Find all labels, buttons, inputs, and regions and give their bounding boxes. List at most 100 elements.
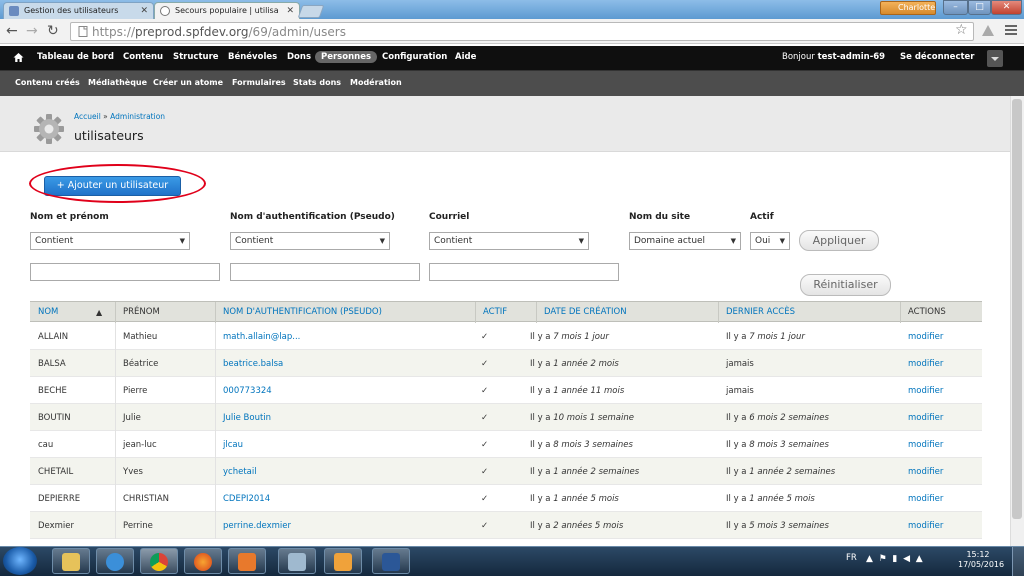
taskbar-word[interactable]	[372, 548, 410, 574]
site-select[interactable]: Domaine actuel ▼	[629, 232, 741, 250]
column-dernier-acces[interactable]: DERNIER ACCÈS	[726, 307, 795, 317]
cell-acces: Il y a 5 mois 3 semaines	[726, 521, 829, 531]
admin-menu-aide[interactable]: Aide	[455, 52, 476, 62]
taskbar-outlook[interactable]	[324, 548, 362, 574]
shortcut-mediatheque[interactable]: Médiathèque	[88, 78, 147, 87]
taskbar-ie[interactable]	[96, 548, 134, 574]
cell-prenom: Béatrice	[123, 359, 159, 369]
cell-pseudo-link[interactable]: Julie Boutin	[223, 413, 271, 423]
admin-menu-configuration[interactable]: Configuration	[382, 52, 447, 62]
shortcut-moderation[interactable]: Modération	[350, 78, 402, 87]
address-bar[interactable]: https://preprod.spfdev.org/69/admin/user…	[70, 22, 974, 41]
active-check-icon: ✓	[481, 386, 489, 396]
cell-pseudo-link[interactable]: beatrice.balsa	[223, 359, 283, 369]
browser-user-badge[interactable]: Charlotte	[880, 1, 936, 15]
edit-link[interactable]: modifier	[908, 359, 943, 369]
name-operator-select[interactable]: Contient ▼	[30, 232, 190, 250]
start-button[interactable]	[3, 547, 37, 575]
home-icon[interactable]	[13, 52, 24, 63]
taskbar-firefox[interactable]	[184, 548, 222, 574]
sort-ascending-icon[interactable]: ▲	[96, 308, 102, 317]
taskbar-snipping[interactable]	[278, 548, 316, 574]
close-tab-icon[interactable]: ✕	[140, 3, 148, 19]
close-window-button[interactable]: ✕	[991, 0, 1022, 15]
cell-pseudo-link[interactable]: math.allain@lap...	[223, 332, 300, 342]
bookmark-star-icon[interactable]: ☆	[955, 22, 968, 38]
admin-menu-contenu[interactable]: Contenu	[123, 52, 163, 62]
taskbar-media[interactable]	[228, 548, 266, 574]
breadcrumb-administration[interactable]: Administration	[110, 112, 165, 121]
mail-operator-select[interactable]: Contient ▼	[429, 232, 589, 250]
back-arrow-icon[interactable]: ←	[6, 23, 18, 39]
tab-secours-populaire[interactable]: Secours populaire | utilisa ✕	[154, 2, 300, 19]
snipping-tool-icon	[288, 553, 306, 571]
taskbar-explorer[interactable]	[52, 548, 90, 574]
chrome-icon	[150, 553, 168, 571]
language-indicator[interactable]: FR	[846, 553, 857, 563]
cell-pseudo-link[interactable]: CDEPI2014	[223, 494, 270, 504]
edit-link[interactable]: modifier	[908, 521, 943, 531]
column-actif[interactable]: ACTIF	[483, 307, 507, 317]
firefox-icon	[194, 553, 212, 571]
shortcut-creer-un-atome[interactable]: Créer un atome	[153, 78, 223, 87]
mail-search-input[interactable]	[429, 263, 619, 281]
toolbar-drawer-toggle[interactable]	[987, 50, 1003, 67]
new-tab-button[interactable]	[297, 5, 325, 18]
column-date-creation[interactable]: DATE DE CRÉATION	[544, 307, 627, 317]
admin-menu-dons[interactable]: Dons	[287, 52, 311, 62]
edit-link[interactable]: modifier	[908, 332, 943, 342]
cell-pseudo-link[interactable]: 000773324	[223, 386, 272, 396]
cell-pseudo-link[interactable]: ychetail	[223, 467, 257, 477]
filter-mail-label: Courriel	[429, 212, 470, 222]
taskbar-chrome[interactable]	[140, 548, 178, 574]
shortcut-formulaires[interactable]: Formulaires	[232, 78, 286, 87]
column-nom[interactable]: NOM	[38, 307, 58, 317]
filter-active-label: Actif	[750, 212, 774, 222]
page-header	[0, 96, 1024, 152]
pseudo-operator-select[interactable]: Contient ▼	[230, 232, 390, 250]
table-row: BECHE Pierre 000773324 ✓ Il y a 1 année …	[30, 377, 982, 404]
close-tab-icon[interactable]: ✕	[286, 3, 294, 19]
table-row: CHETAIL Yves ychetail ✓ Il y a 1 année 2…	[30, 458, 982, 485]
cell-pseudo-link[interactable]: jlcau	[223, 440, 243, 450]
breadcrumb-accueil[interactable]: Accueil	[74, 112, 101, 121]
active-check-icon: ✓	[481, 332, 489, 342]
shortcut-stats-dons[interactable]: Stats dons	[293, 78, 341, 87]
forward-arrow-icon[interactable]: →	[26, 23, 38, 39]
pseudo-search-input[interactable]	[230, 263, 420, 281]
active-select[interactable]: Oui ▼	[750, 232, 790, 250]
edit-link[interactable]: modifier	[908, 467, 943, 477]
edit-link[interactable]: modifier	[908, 413, 943, 423]
cell-prenom: Perrine	[123, 521, 153, 531]
logout-link[interactable]: Se déconnecter	[900, 52, 975, 62]
shortcut-contenu-crees[interactable]: Contenu créés	[15, 78, 80, 87]
column-pseudo[interactable]: NOM D'AUTHENTIFICATION (PSEUDO)	[223, 307, 382, 317]
apply-button[interactable]: Appliquer	[799, 230, 879, 251]
reload-icon[interactable]: ↻	[47, 23, 59, 39]
admin-menu-benevoles[interactable]: Bénévoles	[228, 52, 277, 62]
edit-link[interactable]: modifier	[908, 386, 943, 396]
edit-link[interactable]: modifier	[908, 494, 943, 504]
tab-label: Gestion des utilisateurs	[24, 6, 119, 15]
admin-menu-personnes[interactable]: Personnes	[315, 51, 378, 63]
edit-link[interactable]: modifier	[908, 440, 943, 450]
table-row: BOUTIN Julie Julie Boutin ✓ Il y a 10 mo…	[30, 404, 982, 431]
cell-pseudo-link[interactable]: perrine.dexmier	[223, 521, 291, 531]
cell-creation: Il y a 1 année 2 semaines	[530, 467, 640, 477]
cell-acces: Il y a 1 année 5 mois	[726, 494, 815, 504]
scrollbar-thumb[interactable]	[1012, 99, 1022, 519]
minimize-button[interactable]: –	[943, 0, 968, 15]
browser-menu-icon[interactable]	[1004, 23, 1018, 37]
admin-menu-structure[interactable]: Structure	[173, 52, 219, 62]
greeting-username[interactable]: test-admin-69	[818, 52, 885, 62]
extension-icon[interactable]	[981, 24, 995, 37]
name-search-input[interactable]	[30, 263, 220, 281]
greeting: Bonjour test-admin-69	[782, 52, 886, 62]
admin-menu-tableau-de-bord[interactable]: Tableau de bord	[37, 52, 114, 62]
show-desktop-button[interactable]	[1012, 547, 1024, 576]
maximize-button[interactable]: □	[968, 0, 991, 15]
system-tray-icons[interactable]: ▲ ⚑ ▮ ◀ ▲	[866, 554, 923, 564]
tab-gestion-utilisateurs[interactable]: Gestion des utilisateurs ✕	[3, 2, 154, 19]
clock[interactable]: 15:12 17/05/2016	[958, 550, 1004, 570]
reset-button[interactable]: Réinitialiser	[800, 274, 891, 296]
